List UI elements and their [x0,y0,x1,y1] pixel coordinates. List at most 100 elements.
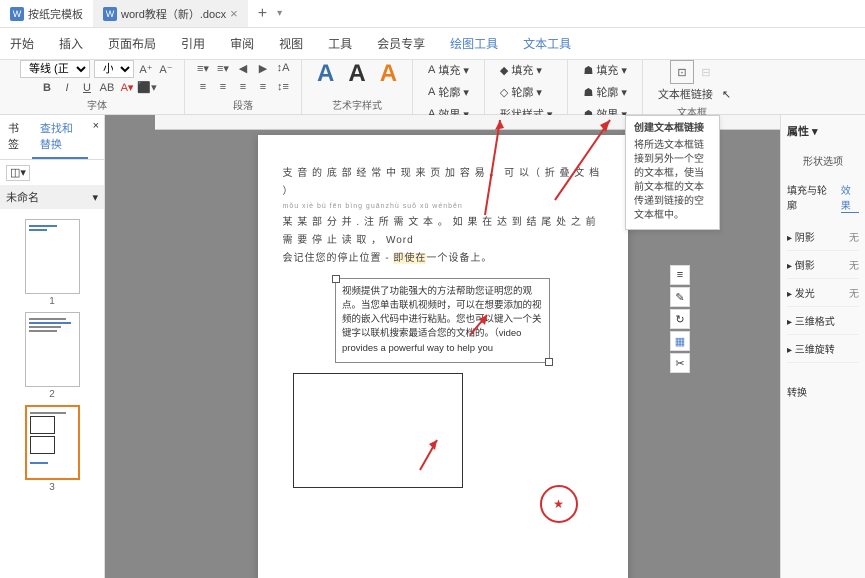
bullet-list-icon[interactable]: ≡▾ [195,60,211,76]
property-row[interactable]: ▸ 倒影无 [787,251,859,279]
shape-fill2-button[interactable]: ☗ 填充▾ [578,60,631,80]
tab-label: 按纸完模板 [28,6,83,22]
thumbnail[interactable] [25,312,80,387]
titlebar: W 按纸完模板 W word教程（新）.docx × + ▾ [0,0,865,28]
ribbon-wordart-group: A A A 艺术字样式 [302,60,413,114]
menubar: 开始 插入 页面布局 引用 审阅 视图 工具 会员专享 绘图工具 文本工具 [0,28,865,60]
tooltip: 创建文本框链接 将所选文本框链接到另外一个空的文本框，使当前文本框的文本传递到链… [625,115,720,230]
menu-review[interactable]: 审阅 [230,35,254,52]
close-icon[interactable]: × [230,6,238,21]
menu-tools[interactable]: 工具 [328,35,352,52]
thumb-number: 1 [5,296,99,307]
nav-icon[interactable]: ◫▾ [6,165,30,181]
menu-start[interactable]: 开始 [10,35,34,52]
font-family-select[interactable]: 等线 (正文) [20,60,90,78]
thumb-number: 2 [5,389,99,400]
chevron-down-icon: ▾ [92,191,98,204]
word-icon: W [10,7,24,21]
textbox-1[interactable]: 视频提供了功能强大的方法帮助您证明您的观点。当您单击联机视频时，可以在想要添加的… [335,278,550,363]
stamp[interactable]: ★ [540,485,578,523]
ribbon-textbox-group: ⊡ ⊟ 文本框链接 ↖ 文本框 [643,60,741,114]
wordart-style-3[interactable]: A [375,60,402,88]
textbox-2[interactable] [293,373,463,488]
section-header[interactable]: 未命名 ▾ [0,185,104,209]
indent-left-icon[interactable]: ◀ [235,60,251,76]
wordart-style-1[interactable]: A [312,60,339,88]
left-panel: 书签 查找和替换 × ◫▾ 未命名 ▾ 1 2 3 [0,115,105,578]
float-layout-button[interactable]: ≡ [670,265,690,285]
close-icon[interactable]: × [88,115,104,159]
property-row[interactable]: 转换 [787,378,859,405]
font-color-icon[interactable]: A▾ [119,80,135,96]
underline-icon[interactable]: U [79,80,95,96]
pinyin-line: mǒu xiè bù fēn bìng guānzhù suǒ xū wénbě… [283,201,603,214]
text-line: 会记住您的停止位置 - 即使在一个设备上。 [283,250,603,268]
indent-right-icon[interactable]: ▶ [255,60,271,76]
tab-fill-outline[interactable]: 填充与轮廓 [787,182,833,213]
menu-member[interactable]: 会员专享 [377,35,425,52]
left-section: ◫▾ [0,160,104,185]
tooltip-body: 将所选文本框链接到另外一个空的文本框，使当前文本框的文本传递到链接的空文本框中。 [634,139,711,223]
textbox-link-icon[interactable]: ⊡ [670,60,694,84]
text-line: 支 音 的 底 部 经 常 中 现 来 页 加 容 易 。 可 以（ 折 叠 文… [283,165,603,201]
shape-fill-button[interactable]: ◆ 填充▾ [495,60,558,80]
line-spacing-icon[interactable]: ↕≡ [275,79,291,95]
italic-icon[interactable]: I [59,80,75,96]
ribbon-text-effects-group: A 填充▾ A 轮廓▾ A 效果▾ [413,60,485,114]
tab-bookmark[interactable]: 书签 [0,115,32,159]
property-row[interactable]: ▸ 发光无 [787,279,859,307]
thumb-number: 3 [5,482,99,493]
align-right-icon[interactable]: ≡ [235,79,251,95]
float-edit-button[interactable]: ✎ [670,287,690,307]
align-center-icon[interactable]: ≡ [215,79,231,95]
text-outline-button[interactable]: A 轮廓▾ [423,82,474,102]
menu-insert[interactable]: 插入 [59,35,83,52]
shape-outline2-button[interactable]: ☗ 轮廓▾ [578,82,631,102]
property-row[interactable]: ▸ 三维格式 [787,307,859,335]
document-text: 支 音 的 底 部 经 常 中 现 来 页 加 容 易 。 可 以（ 折 叠 文… [283,165,603,268]
align-left-icon[interactable]: ≡ [195,79,211,95]
float-crop-button[interactable]: ✂ [670,353,690,373]
textbox-break-icon[interactable]: ⊟ [698,64,714,80]
tooltip-title: 创建文本框链接 [634,122,711,136]
align-justify-icon[interactable]: ≡ [255,79,271,95]
number-list-icon[interactable]: ≡▾ [215,60,231,76]
menu-text-tools[interactable]: 文本工具 [523,35,571,52]
float-rotate-button[interactable]: ↻ [670,309,690,329]
tab-document[interactable]: W word教程（新）.docx × [93,0,248,27]
thumbnail[interactable] [25,405,80,480]
ribbon-more-group: ☗ 填充▾ ☗ 轮廓▾ ☗ 效果▾ [568,60,642,114]
panel-tabs: 填充与轮廓 效果 [787,182,859,213]
text-direction-icon[interactable]: ↕A [275,60,291,76]
menu-layout[interactable]: 页面布局 [108,35,156,52]
menu-drawing-tools[interactable]: 绘图工具 [450,35,498,52]
panel-subheader[interactable]: 形状选项 [787,149,859,172]
workspace: 书签 查找和替换 × ◫▾ 未命名 ▾ 1 2 3 [0,115,865,578]
add-tab-button[interactable]: + [248,5,277,23]
increase-font-icon[interactable]: A⁺ [138,61,154,77]
font-size-select[interactable]: 小四 [94,60,134,78]
float-fill-button[interactable]: ▦ [670,331,690,351]
property-row[interactable]: ▸ 三维旋转 [787,335,859,363]
cursor-icon: ↖ [722,88,731,101]
tab-find-replace[interactable]: 查找和替换 [32,115,88,159]
menu-view[interactable]: 视图 [279,35,303,52]
wordart-style-2[interactable]: A [343,60,370,88]
tab-template[interactable]: W 按纸完模板 [0,0,93,27]
dropdown-icon[interactable]: ▾ [277,8,282,19]
text-line: 某 某 部 分 并 . 注 所 需 文 本 。 如 果 在 达 到 结 尾 处 … [283,214,603,250]
bold-icon[interactable]: B [39,80,55,96]
textbox-link-button[interactable]: 文本框链接 [653,84,718,104]
shape-outline-button[interactable]: ◇ 轮廓▾ [495,82,558,102]
floating-toolbar: ≡ ✎ ↻ ▦ ✂ [670,265,690,373]
tab-effects[interactable]: 效果 [841,182,859,213]
decrease-font-icon[interactable]: A⁻ [158,61,174,77]
property-row[interactable]: ▸ 阴影无 [787,223,859,251]
highlight-icon[interactable]: ⬛▾ [139,80,155,96]
menu-reference[interactable]: 引用 [181,35,205,52]
star-icon: ★ [553,497,564,511]
thumbnail[interactable] [25,219,80,294]
ribbon: 等线 (正文) 小四 A⁺ A⁻ B I U AB A▾ ⬛▾ 字体 ≡▾ ≡▾… [0,60,865,115]
text-fill-button[interactable]: A 填充▾ [423,60,474,80]
strike-icon[interactable]: AB [99,80,115,96]
